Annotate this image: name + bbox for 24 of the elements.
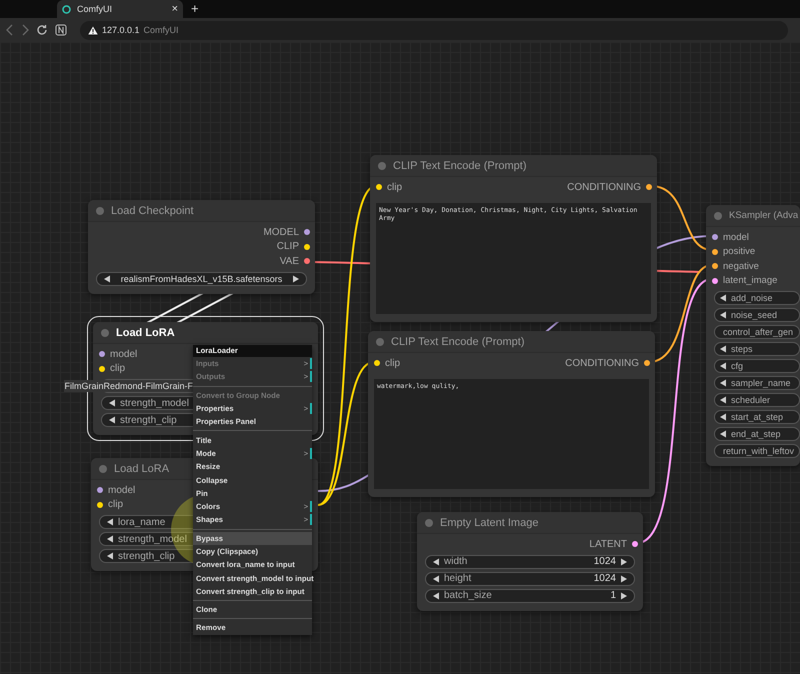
slot-label: clip [387, 182, 402, 193]
slot-label: LATENT [589, 538, 627, 550]
slot-label: CONDITIONING [567, 182, 641, 193]
node-title: Load Checkpoint [111, 204, 194, 216]
slot-label: MODEL [263, 226, 299, 238]
slot-label: negative [723, 260, 759, 272]
slot-label: latent_image [723, 275, 778, 286]
slot-label: positive [723, 246, 756, 258]
slot-label: model [108, 484, 136, 496]
tab-title: ComfyUI [77, 4, 114, 14]
node-title: KSampler (Adva [729, 210, 798, 221]
slot-label: model [110, 348, 138, 360]
slot-label: clip [110, 363, 126, 374]
node-title: Load LoRA [116, 326, 175, 338]
node-title: CLIP Text Encode (Prompt) [393, 160, 526, 172]
node-title: Load LoRA [114, 462, 170, 474]
slot-label: clip [385, 358, 400, 369]
node-title: CLIP Text Encode (Prompt) [391, 336, 524, 348]
slot-label: clip [108, 499, 124, 510]
slot-label: CONDITIONING [565, 358, 639, 369]
slot-label: model [723, 232, 749, 243]
node-title: Empty Latent Image [440, 516, 538, 528]
slot-label: VAE [280, 256, 299, 267]
slot-label: CLIP [276, 241, 299, 252]
